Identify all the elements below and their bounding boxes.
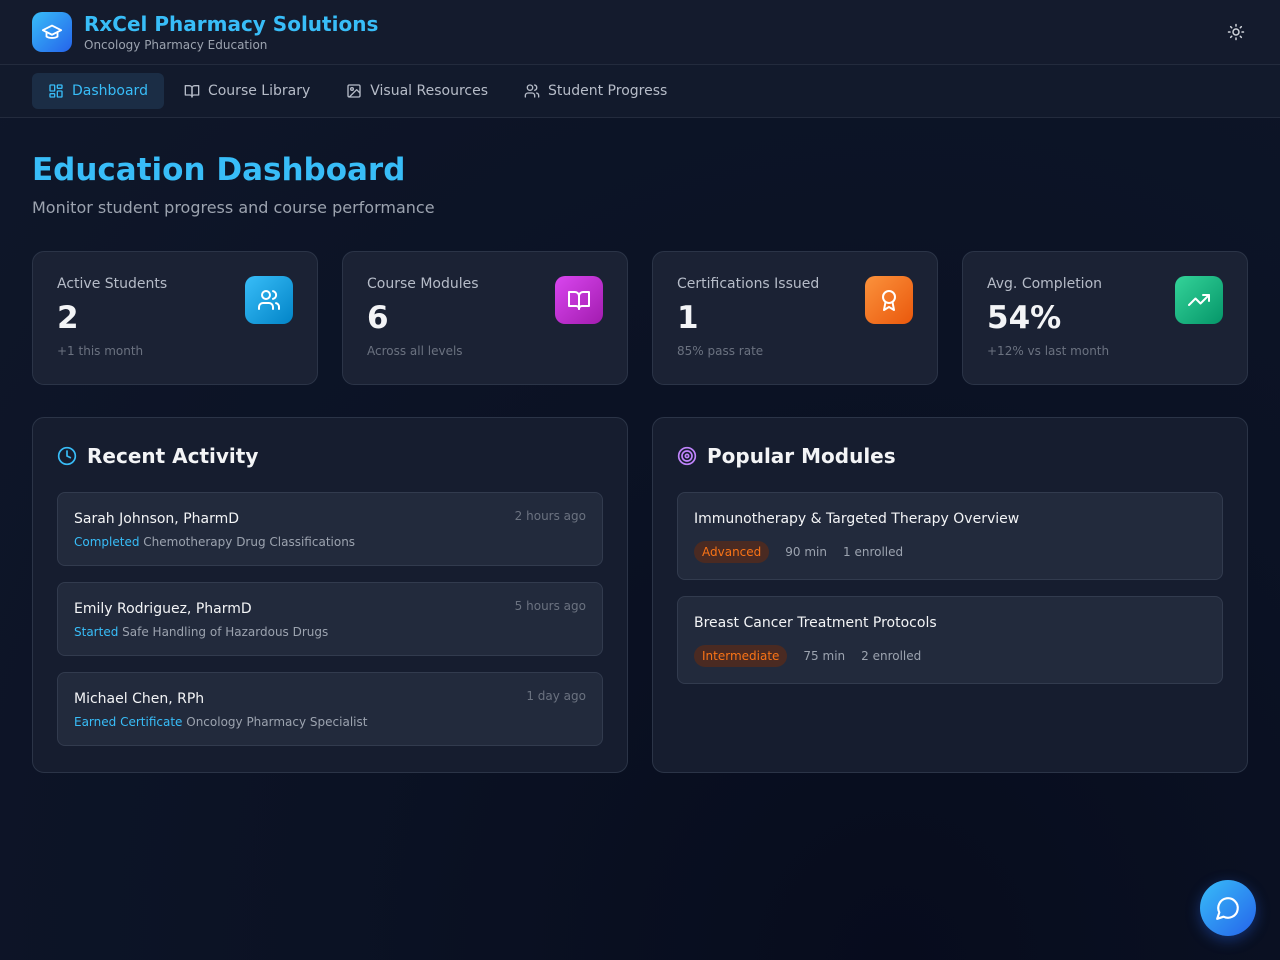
nav-course-library[interactable]: Course Library <box>168 73 326 109</box>
module-enrolled: 2 enrolled <box>861 649 922 663</box>
panel-title: Recent Activity <box>87 444 259 468</box>
panel-title: Popular Modules <box>707 444 896 468</box>
activity-item[interactable]: Sarah Johnson, PharmD 2 hours ago Comple… <box>57 492 603 566</box>
grid-icon <box>49 84 63 98</box>
sun-icon <box>1227 23 1245 41</box>
book-open-icon <box>184 85 200 98</box>
module-duration: 75 min <box>803 649 846 663</box>
activity-description: Earned Certificate Oncology Pharmacy Spe… <box>74 715 586 729</box>
activity-description: Completed Chemotherapy Drug Classificati… <box>74 535 586 549</box>
image-icon <box>347 84 361 98</box>
activity-student-name: Sarah Johnson, PharmD <box>74 511 240 527</box>
stat-card-avg-completion: Avg. Completion 54% +12% vs last month <box>962 251 1248 385</box>
nav-visual-resources[interactable]: Visual Resources <box>330 73 504 109</box>
activity-item[interactable]: Michael Chen, RPh 1 day ago Earned Certi… <box>57 672 603 746</box>
graduation-cap-icon <box>32 12 72 52</box>
stats-row: Active Students 2 +1 this month Course M… <box>32 251 1248 385</box>
page-title: Education Dashboard <box>32 152 406 188</box>
activity-time: 1 day ago <box>526 689 586 703</box>
activity-time: 2 hours ago <box>514 509 586 523</box>
activity-time: 5 hours ago <box>514 599 586 613</box>
module-title: Immunotherapy & Targeted Therapy Overvie… <box>694 511 1020 527</box>
module-title: Breast Cancer Treatment Protocols <box>694 615 937 631</box>
app-header: RxCel Pharmacy Solutions Oncology Pharma… <box>0 0 1280 65</box>
activity-item[interactable]: Emily Rodriguez, PharmD 5 hours ago Star… <box>57 582 603 656</box>
module-enrolled: 1 enrolled <box>843 545 904 559</box>
app-subtitle: Oncology Pharmacy Education <box>84 38 268 52</box>
stat-note: +1 this month <box>57 344 144 358</box>
level-badge: Advanced <box>694 541 770 563</box>
stat-note: +12% vs last month <box>987 344 1110 358</box>
nav-dashboard[interactable]: Dashboard <box>32 73 164 109</box>
trending-up-icon <box>1175 276 1223 324</box>
app-title: RxCel Pharmacy Solutions <box>84 12 379 36</box>
activity-target: Oncology Pharmacy Specialist <box>186 715 368 729</box>
activity-verb: Started <box>74 625 119 639</box>
stat-card-certifications: Certifications Issued 1 85% pass rate <box>652 251 938 385</box>
panel-header: Recent Activity <box>57 444 603 468</box>
nav-label: Dashboard <box>72 83 148 99</box>
stat-note: Across all levels <box>367 344 463 358</box>
target-icon <box>677 446 697 466</box>
activity-description: Started Safe Handling of Hazardous Drugs <box>74 625 586 639</box>
main-content: Education Dashboard Monitor student prog… <box>0 118 1280 805</box>
award-icon <box>865 276 913 324</box>
module-duration: 90 min <box>785 545 827 559</box>
users-icon <box>524 84 540 98</box>
activity-verb: Earned Certificate <box>74 715 183 729</box>
module-meta: Advanced 90 min 1 enrolled <box>694 541 1206 563</box>
panel-header: Popular Modules <box>677 444 1223 468</box>
stat-note: 85% pass rate <box>677 344 764 358</box>
module-item[interactable]: Breast Cancer Treatment Protocols Interm… <box>677 596 1223 684</box>
nav-label: Course Library <box>207 83 311 99</box>
activity-student-name: Michael Chen, RPh <box>74 691 205 707</box>
nav-student-progress[interactable]: Student Progress <box>508 73 683 109</box>
nav-label: Visual Resources <box>370 83 488 99</box>
chat-button[interactable] <box>1200 880 1256 936</box>
activity-target: Chemotherapy Drug Classifications <box>143 535 356 549</box>
stat-card-course-modules: Course Modules 6 Across all levels <box>342 251 628 385</box>
module-meta: Intermediate 75 min 2 enrolled <box>694 645 1206 667</box>
module-item[interactable]: Immunotherapy & Targeted Therapy Overvie… <box>677 492 1223 580</box>
clock-icon <box>57 446 77 466</box>
activity-target: Safe Handling of Hazardous Drugs <box>122 625 329 639</box>
theme-toggle-button[interactable] <box>1224 20 1248 44</box>
nav-label: Student Progress <box>548 83 668 99</box>
level-badge: Intermediate <box>694 645 788 667</box>
book-open-icon <box>555 276 603 324</box>
activity-verb: Completed <box>74 535 140 549</box>
recent-activity-panel: Recent Activity Sarah Johnson, PharmD 2 … <box>32 417 628 773</box>
page-subtitle: Monitor student progress and course perf… <box>32 198 435 217</box>
users-icon <box>245 276 293 324</box>
stat-card-active-students: Active Students 2 +1 this month <box>32 251 318 385</box>
activity-student-name: Emily Rodriguez, PharmD <box>74 601 252 617</box>
brand: RxCel Pharmacy Solutions Oncology Pharma… <box>32 12 378 52</box>
panels-row: Recent Activity Sarah Johnson, PharmD 2 … <box>32 417 1248 773</box>
popular-modules-panel: Popular Modules Immunotherapy & Targeted… <box>652 417 1248 773</box>
message-circle-icon <box>1216 897 1239 920</box>
main-nav: Dashboard Course Library Visual Resource… <box>0 65 1280 118</box>
